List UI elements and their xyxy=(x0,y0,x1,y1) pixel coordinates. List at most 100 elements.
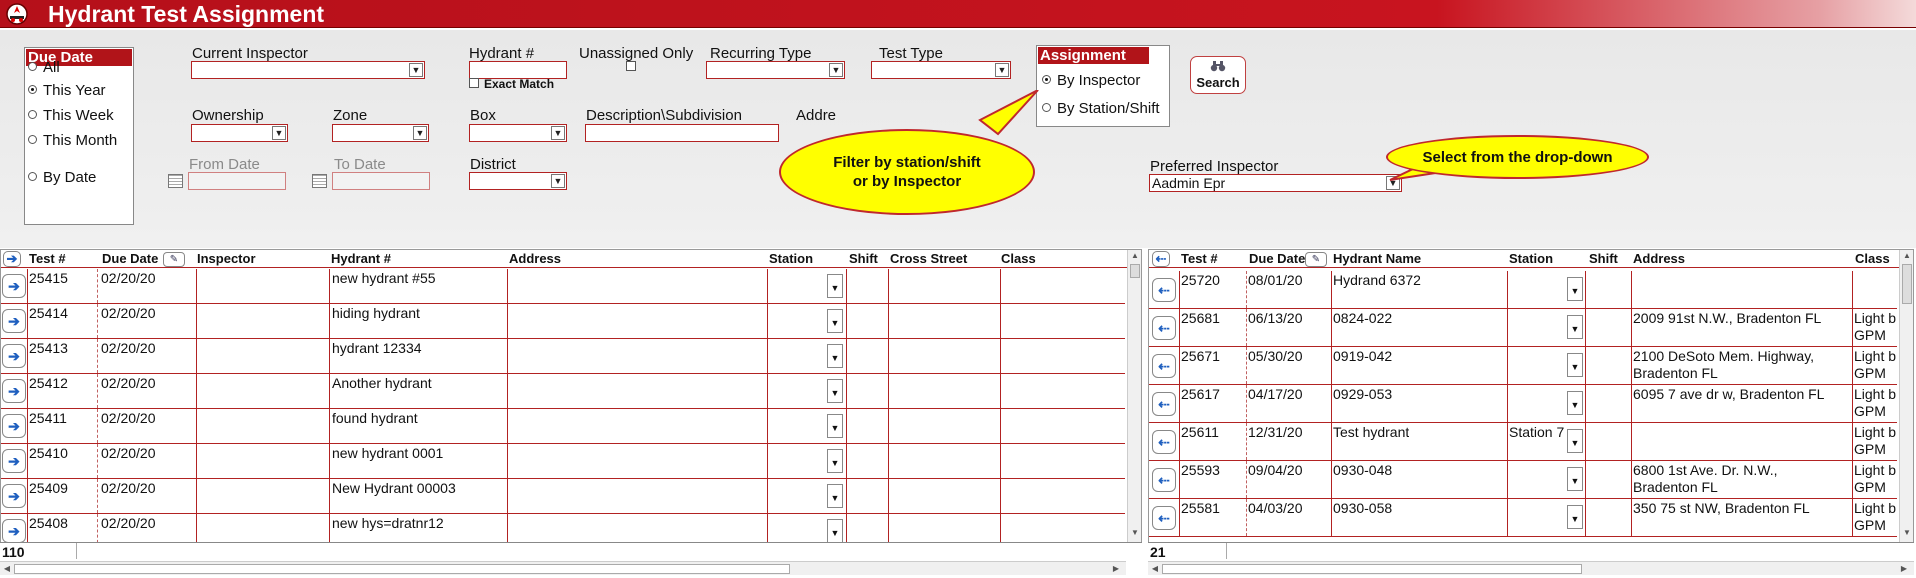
move-all-left-button[interactable]: ⇠ xyxy=(1152,251,1170,267)
recurring-type-select[interactable]: ▼ xyxy=(706,61,845,79)
table-row[interactable]: ⇠ 25611 12/31/20 Test hydrant Station 7 ▼ Ligh… xyxy=(1149,423,1897,461)
chevron-down-icon[interactable]: ▼ xyxy=(551,126,565,140)
move-all-right-button[interactable]: ➔ xyxy=(3,251,21,267)
col-station[interactable]: Station xyxy=(1509,251,1553,266)
due-date-option-this-week[interactable]: This Week xyxy=(28,107,114,124)
calendar-icon[interactable] xyxy=(168,174,183,188)
col-address[interactable]: Address xyxy=(1633,251,1685,266)
move-row-right-button[interactable]: ➔ xyxy=(2,484,26,508)
col-shift[interactable]: Shift xyxy=(849,251,878,266)
col-class[interactable]: Class xyxy=(1001,251,1036,266)
radio-selected-icon[interactable] xyxy=(28,85,37,94)
test-type-select[interactable]: ▼ xyxy=(871,61,1011,79)
chevron-down-icon[interactable]: ▼ xyxy=(1571,438,1580,448)
chevron-down-icon[interactable]: ▼ xyxy=(831,388,840,398)
box-select[interactable]: ▼ xyxy=(469,124,567,142)
move-row-left-button[interactable]: ⇠ xyxy=(1152,354,1176,378)
due-date-cell[interactable]: 04/17/20 xyxy=(1248,386,1303,403)
due-date-cell[interactable]: 02/20/20 xyxy=(101,375,156,392)
radio-icon[interactable] xyxy=(28,172,37,181)
move-row-left-button[interactable]: ⇠ xyxy=(1152,430,1176,454)
search-button[interactable]: Search xyxy=(1190,56,1246,94)
chevron-down-icon[interactable]: ▼ xyxy=(831,318,840,328)
chevron-down-icon[interactable]: ▼ xyxy=(1571,514,1580,524)
move-row-right-button[interactable]: ➔ xyxy=(2,449,26,473)
table-row[interactable]: ➔ 25414 02/20/20 hiding hydrant ▼ xyxy=(1,304,1125,339)
station-dropdown[interactable]: ▼ xyxy=(827,484,843,508)
due-date-cell[interactable]: 08/01/20 xyxy=(1248,272,1303,289)
col-hydrant-name[interactable]: Hydrant Name xyxy=(1333,251,1421,266)
chevron-down-icon[interactable]: ▼ xyxy=(1571,362,1580,372)
scroll-thumb[interactable] xyxy=(1130,264,1140,278)
calendar-icon[interactable] xyxy=(312,174,327,188)
chevron-down-icon[interactable]: ▼ xyxy=(1571,286,1580,296)
radio-icon[interactable] xyxy=(28,135,37,144)
station-dropdown[interactable]: ▼ xyxy=(1567,505,1583,529)
radio-icon[interactable] xyxy=(28,62,37,71)
station-dropdown[interactable]: ▼ xyxy=(827,449,843,473)
due-date-cell[interactable]: 02/20/20 xyxy=(101,515,156,532)
move-row-left-button[interactable]: ⇠ xyxy=(1152,392,1176,416)
due-date-cell[interactable]: 02/20/20 xyxy=(101,445,156,462)
move-row-right-button[interactable]: ➔ xyxy=(2,344,26,368)
chevron-down-icon[interactable]: ▼ xyxy=(1571,400,1580,410)
move-row-right-button[interactable]: ➔ xyxy=(2,379,26,403)
move-row-left-button[interactable]: ⇠ xyxy=(1152,278,1176,302)
scroll-left-icon[interactable]: ◀ xyxy=(1149,562,1161,575)
move-row-left-button[interactable]: ⇠ xyxy=(1152,506,1176,530)
due-date-cell[interactable]: 04/03/20 xyxy=(1248,500,1303,517)
due-date-cell[interactable]: 02/20/20 xyxy=(101,305,156,322)
current-inspector-select[interactable]: ▼ xyxy=(191,61,425,79)
to-date-input[interactable] xyxy=(332,172,430,190)
chevron-down-icon[interactable]: ▼ xyxy=(1571,324,1580,334)
table-row[interactable]: ➔ 25411 02/20/20 found hydrant ▼ xyxy=(1,409,1125,444)
chevron-down-icon[interactable]: ▼ xyxy=(551,174,565,188)
chevron-down-icon[interactable]: ▼ xyxy=(831,423,840,433)
chevron-down-icon[interactable]: ▼ xyxy=(1571,476,1580,486)
table-row[interactable]: ⇠ 25671 05/30/20 0919-042 ▼ 2100 DeSoto Mem. … xyxy=(1149,347,1897,385)
edit-due-date-button[interactable]: ✎ xyxy=(163,252,185,267)
due-date-cell[interactable]: 06/13/20 xyxy=(1248,310,1303,327)
col-cross-street[interactable]: Cross Street xyxy=(890,251,967,266)
ownership-select[interactable]: ▼ xyxy=(191,124,288,142)
move-row-right-button[interactable]: ➔ xyxy=(2,274,26,298)
chevron-down-icon[interactable]: ▼ xyxy=(829,63,843,77)
description-subdivision-input[interactable] xyxy=(585,124,779,142)
scroll-thumb[interactable] xyxy=(14,564,790,574)
scroll-down-icon[interactable]: ▼ xyxy=(1901,528,1913,540)
radio-icon[interactable] xyxy=(28,110,37,119)
table-row[interactable]: ➔ 25415 02/20/20 new hydrant #55 ▼ xyxy=(1,269,1125,304)
station-dropdown[interactable]: ▼ xyxy=(827,309,843,333)
table-row[interactable]: ⇠ 25720 08/01/20 Hydrand 6372 ▼ xyxy=(1149,271,1897,309)
left-vertical-scrollbar[interactable]: ▲ ▼ xyxy=(1127,250,1141,542)
move-row-right-button[interactable]: ➔ xyxy=(2,414,26,438)
scroll-up-icon[interactable]: ▲ xyxy=(1129,251,1141,263)
station-dropdown[interactable]: ▼ xyxy=(1567,277,1583,301)
chevron-down-icon[interactable]: ▼ xyxy=(831,493,840,503)
unassigned-only-checkbox[interactable] xyxy=(626,61,636,71)
chevron-down-icon[interactable]: ▼ xyxy=(831,458,840,468)
col-test-number[interactable]: Test # xyxy=(29,251,66,266)
move-row-right-button[interactable]: ➔ xyxy=(2,309,26,333)
table-row[interactable]: ⇠ 25581 04/03/20 0930-058 ▼ 350 75 st NW, Bra… xyxy=(1149,499,1897,537)
due-date-cell[interactable]: 05/30/20 xyxy=(1248,348,1303,365)
station-dropdown[interactable]: ▼ xyxy=(827,344,843,368)
edit-due-date-button[interactable]: ✎ xyxy=(1305,252,1327,267)
scroll-right-icon[interactable]: ▶ xyxy=(1898,562,1910,575)
col-station[interactable]: Station xyxy=(769,251,813,266)
station-dropdown[interactable]: ▼ xyxy=(827,414,843,438)
col-test-number[interactable]: Test # xyxy=(1181,251,1218,266)
scroll-left-icon[interactable]: ◀ xyxy=(1,562,13,575)
scroll-down-icon[interactable]: ▼ xyxy=(1129,528,1141,540)
station-dropdown[interactable]: ▼ xyxy=(1567,353,1583,377)
zone-select[interactable]: ▼ xyxy=(332,124,429,142)
scroll-thumb[interactable] xyxy=(1162,564,1582,574)
due-date-cell[interactable]: 02/20/20 xyxy=(101,340,156,357)
due-date-cell[interactable]: 02/20/20 xyxy=(101,410,156,427)
scroll-right-icon[interactable]: ▶ xyxy=(1110,562,1122,575)
due-date-cell[interactable]: 09/04/20 xyxy=(1248,462,1303,479)
table-row[interactable]: ⇠ 25681 06/13/20 0824-022 ▼ 2009 91st N.W., B… xyxy=(1149,309,1897,347)
due-date-option-this-month[interactable]: This Month xyxy=(28,132,117,149)
chevron-down-icon[interactable]: ▼ xyxy=(831,528,840,538)
from-date-input[interactable] xyxy=(188,172,286,190)
